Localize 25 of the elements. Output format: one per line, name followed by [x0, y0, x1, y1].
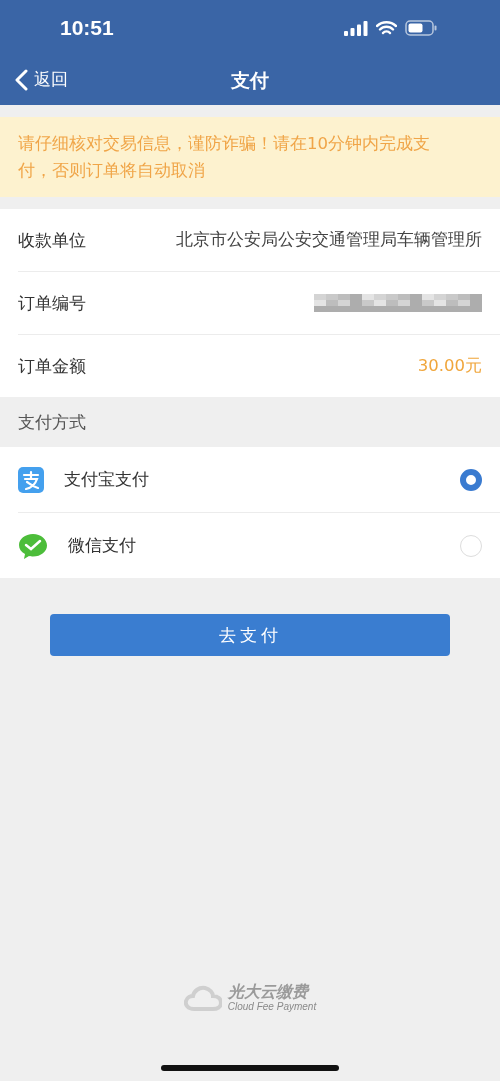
- payee-value: 北京市公安局公安交通管理局车辆管理所: [176, 229, 482, 251]
- payment-option[interactable]: 微信支付: [18, 513, 500, 578]
- field-label: 收款单位: [18, 228, 86, 252]
- page-title: 支付: [231, 67, 269, 93]
- field-label: 订单编号: [18, 291, 86, 315]
- alipay-icon: [18, 466, 44, 493]
- brand-tagline: Cloud Fee Payment: [227, 1001, 317, 1013]
- back-chevron-icon: [14, 68, 28, 91]
- back-button[interactable]: 返回: [14, 68, 68, 91]
- cloud-icon: [183, 985, 222, 1011]
- option-label: 支付宝支付: [64, 468, 150, 491]
- radio-button[interactable]: [460, 468, 482, 491]
- payment-option[interactable]: 支付宝支付: [18, 447, 500, 513]
- status-time: 10:51: [60, 16, 114, 40]
- amount-value: 30.00元: [417, 355, 482, 377]
- signal-icon: [344, 20, 368, 36]
- check-bubble-icon: [18, 531, 48, 560]
- brand-name: 光大云缴费: [227, 983, 308, 1001]
- section-title: 支付方式: [18, 410, 86, 434]
- pay-button[interactable]: 去支付: [50, 614, 450, 656]
- wifi-icon: [376, 20, 397, 36]
- warning-notice: 请仔细核对交易信息，谨防诈骗！请在10分钟内完成支付，否则订单将自动取消: [0, 117, 500, 197]
- battery-icon: [405, 20, 438, 36]
- field-label: 订单金额: [18, 354, 86, 378]
- option-label: 微信支付: [68, 534, 137, 557]
